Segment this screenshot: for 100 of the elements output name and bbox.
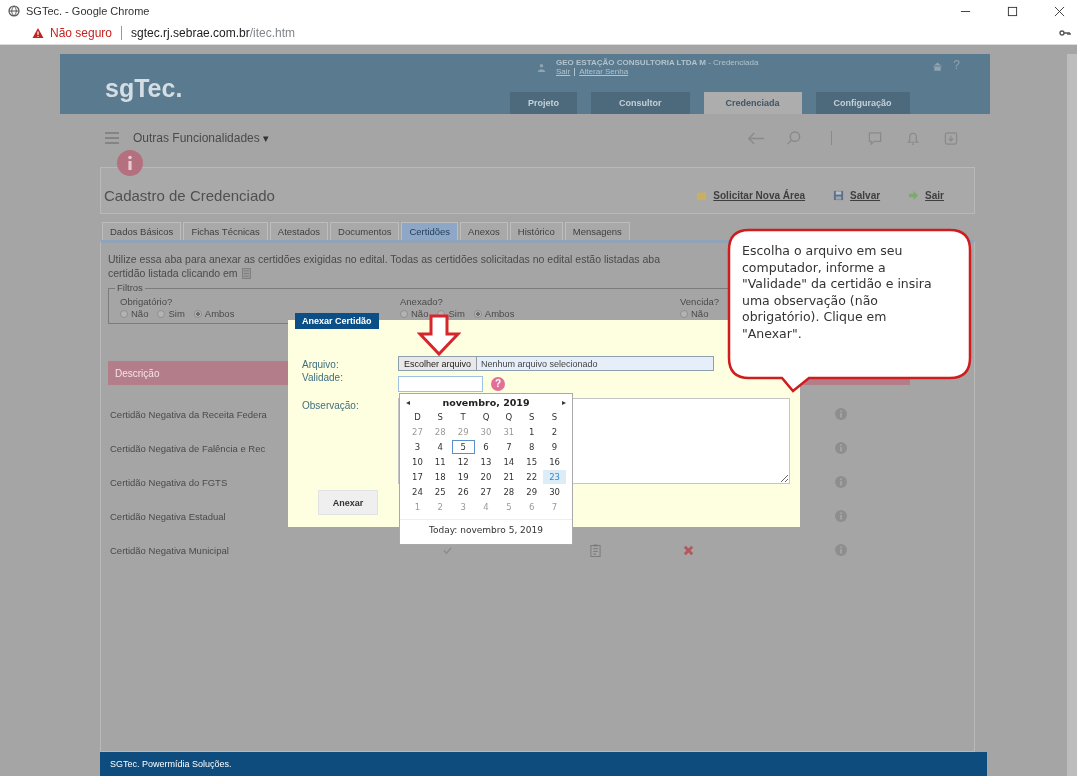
next-month-button[interactable]: ▸ — [562, 397, 566, 407]
calendar-day[interactable]: 4 — [428, 440, 452, 454]
calendar-day[interactable]: 15 — [520, 455, 544, 469]
calendar-day[interactable]: 21 — [497, 470, 521, 484]
account-link[interactable]: Sair — [556, 67, 571, 76]
nav-tab[interactable]: Credenciada — [703, 92, 802, 114]
calendar-day[interactable]: 13 — [474, 455, 498, 469]
calendar-day[interactable]: 27 — [406, 425, 429, 439]
area-icon — [696, 190, 708, 201]
tab[interactable]: Mensagens — [564, 222, 630, 240]
calendar-day[interactable]: 30 — [474, 425, 498, 439]
calendar-day[interactable]: 28 — [497, 485, 521, 499]
calendar-day[interactable]: 20 — [474, 470, 498, 484]
calendar-day[interactable]: 16 — [543, 455, 566, 469]
weekday-label: T — [459, 411, 467, 424]
key-icon[interactable] — [1059, 27, 1071, 39]
calendar-day[interactable]: 12 — [451, 455, 475, 469]
url-text[interactable]: sgtec.rj.sebrae.com.br/itec.htm — [131, 26, 296, 40]
home-icon[interactable] — [932, 61, 944, 72]
tab[interactable]: Dados Básicos — [102, 222, 182, 240]
calendar-day[interactable]: 25 — [428, 485, 452, 499]
calendar-day[interactable]: 7 — [543, 500, 566, 514]
help-icon[interactable]: ? — [491, 377, 505, 391]
calendar-day[interactable]: 28 — [428, 425, 452, 439]
calendar-day[interactable]: 24 — [406, 485, 429, 499]
warning-icon — [32, 27, 44, 39]
date-field[interactable] — [398, 376, 483, 392]
calendar-day[interactable]: 5 — [451, 440, 475, 454]
menu-icon[interactable] — [105, 132, 119, 144]
filter-label: Vencida? — [680, 296, 720, 307]
file-input[interactable]: Escolher arquivo Nenhum arquivo selecionado — [398, 356, 714, 371]
document-icon[interactable] — [590, 543, 601, 557]
back-arrow-icon[interactable] — [747, 130, 765, 146]
radio-option[interactable]: Ambos — [193, 308, 235, 319]
radio-option[interactable]: Não — [680, 308, 709, 319]
action-link[interactable]: Sair — [908, 190, 944, 201]
security-label[interactable]: Não seguro — [50, 26, 113, 40]
calendar-day[interactable]: 3 — [451, 500, 475, 514]
functions-dropdown[interactable]: Outras Funcionalidades ▾ — [133, 131, 270, 145]
tab[interactable]: Anexos — [460, 222, 508, 240]
calendar-day[interactable]: 3 — [406, 440, 429, 454]
attach-button[interactable]: Anexar — [318, 490, 378, 515]
previous-month-button[interactable]: ◂ — [406, 397, 410, 407]
bell-icon[interactable] — [904, 130, 922, 146]
chat-icon[interactable] — [866, 130, 884, 146]
calendar-day[interactable]: 18 — [428, 470, 452, 484]
delete-x-icon[interactable] — [683, 544, 694, 556]
search-icon[interactable] — [785, 130, 803, 146]
tab[interactable]: Certidões — [401, 222, 459, 240]
save-icon — [833, 190, 845, 201]
weekday-label: S — [528, 411, 536, 424]
calendar-day[interactable]: 1 — [520, 425, 544, 439]
account-link[interactable]: Alterar Senha — [579, 67, 629, 76]
calendar-day[interactable]: 8 — [520, 440, 544, 454]
download-box-icon[interactable] — [942, 130, 960, 146]
radio-option[interactable]: Não — [120, 308, 149, 319]
action-link[interactable]: Solicitar Nova Área — [696, 190, 806, 201]
address-bar[interactable]: Não seguro sgtec.rj.sebrae.com.br/itec.htm — [0, 22, 1077, 45]
today-link[interactable]: Today: novembro 5, 2019 — [428, 525, 543, 535]
calendar-day[interactable]: 10 — [406, 455, 429, 469]
calendar-day[interactable]: 22 — [520, 470, 544, 484]
calendar-day[interactable]: 6 — [474, 440, 498, 454]
calendar-day[interactable]: 5 — [497, 500, 521, 514]
weekday-label: S — [436, 411, 444, 424]
calendar-day[interactable]: 29 — [520, 485, 544, 499]
calendar-day[interactable]: 7 — [497, 440, 521, 454]
nav-tab[interactable]: Consultor — [591, 92, 690, 114]
action-link[interactable]: Salvar — [833, 190, 881, 201]
calendar-day[interactable]: 17 — [406, 470, 429, 484]
nav-tab[interactable]: Projeto — [510, 92, 577, 114]
calendar-day[interactable]: 2 — [428, 500, 452, 514]
nav-tab[interactable]: Configuração — [815, 92, 910, 114]
calendar-day[interactable]: 30 — [543, 485, 566, 499]
calendar-day[interactable]: 6 — [520, 500, 544, 514]
scrollbar[interactable] — [1067, 54, 1077, 776]
radio-option[interactable]: Não — [400, 308, 429, 319]
tab[interactable]: Documentos — [330, 222, 400, 240]
calendar-day[interactable]: 14 — [497, 455, 521, 469]
globe-icon — [8, 5, 20, 17]
tab[interactable]: Fichas Técnicas — [183, 222, 268, 240]
radio-option[interactable]: Sim — [157, 308, 185, 319]
user-name: GEO ESTAÇÃO CONSULTORIA LTDA M - Credenciada — [556, 58, 759, 67]
calendar-day[interactable]: 31 — [497, 425, 521, 439]
maximize-button[interactable] — [1007, 5, 1018, 17]
field-label: Arquivo: — [302, 359, 339, 370]
calendar-day[interactable]: 11 — [428, 455, 452, 469]
tab[interactable]: Atestados — [269, 222, 329, 240]
close-button[interactable] — [1054, 5, 1065, 17]
calendar-day[interactable]: 29 — [451, 425, 475, 439]
calendar-day[interactable]: 23 — [543, 470, 566, 484]
tab[interactable]: Histórico — [509, 222, 563, 240]
calendar-day[interactable]: 1 — [406, 500, 429, 514]
calendar-day[interactable]: 4 — [474, 500, 498, 514]
radio-option[interactable]: Ambos — [473, 308, 515, 319]
calendar-day[interactable]: 26 — [451, 485, 475, 499]
calendar-day[interactable]: 2 — [543, 425, 566, 439]
calendar-day[interactable]: 9 — [543, 440, 566, 454]
calendar-day[interactable]: 19 — [451, 470, 475, 484]
choose-file-button[interactable]: Escolher arquivo — [399, 357, 478, 370]
calendar-day[interactable]: 27 — [474, 485, 498, 499]
